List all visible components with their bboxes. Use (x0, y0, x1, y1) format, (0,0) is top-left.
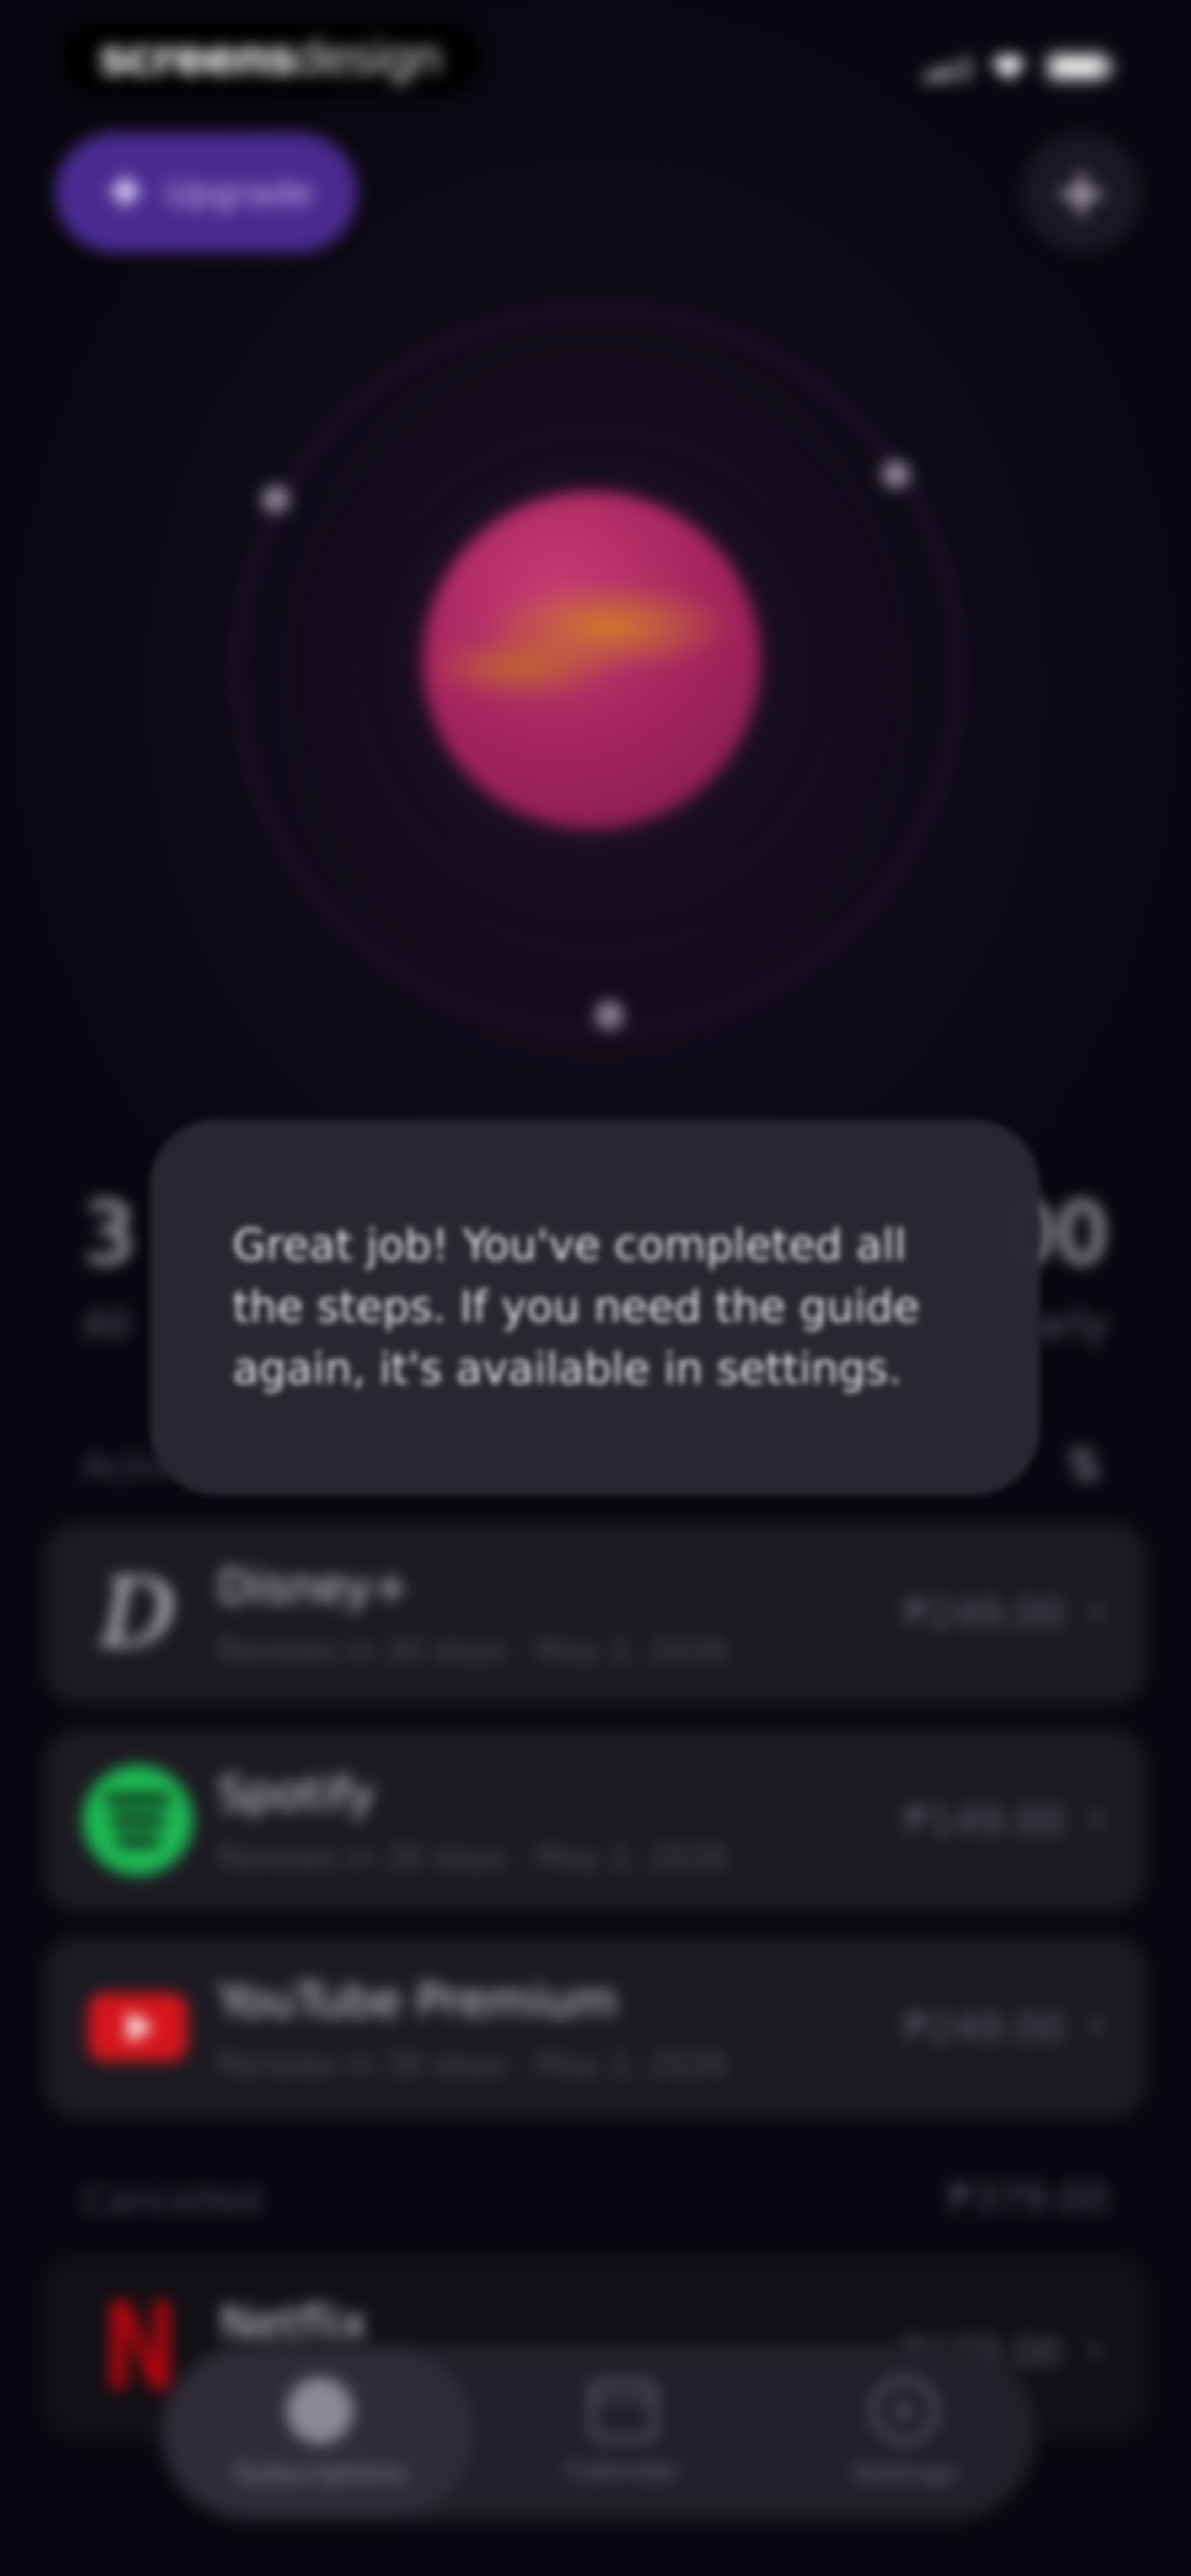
monthly-total-caption: arly (1035, 1302, 1108, 1347)
plus-icon: + (1053, 154, 1109, 231)
status-icons (925, 52, 1113, 81)
subscription-name: Netflix (220, 2297, 367, 2349)
tab-bar: Subscriptions Calendar Settings (160, 2344, 1037, 2521)
subscription-price: ₱249.00 (904, 1591, 1064, 1637)
active-count-caption: All (83, 1302, 131, 1347)
chevron-right-icon: › (1088, 1998, 1106, 2049)
cancelled-section-label: Cancelled (83, 2179, 262, 2221)
active-count: 3 (83, 1186, 136, 1282)
chevron-right-icon: › (1086, 2323, 1103, 2375)
subscription-row-spotify[interactable]: Spotify Renews in 30 days · May 2, 2026 … (44, 1729, 1147, 1911)
battery-icon (1047, 52, 1113, 81)
chevron-right-icon: › (1088, 1584, 1106, 1636)
toast-message: Great job! You've completed all the step… (233, 1221, 920, 1394)
cancelled-total: ₱379.00 (948, 2176, 1108, 2221)
upgrade-label: Upgrade (166, 172, 313, 213)
youtube-logo (83, 1972, 193, 2082)
add-subscription-button[interactable]: + (1021, 132, 1141, 253)
signal-icon (925, 56, 970, 81)
subscription-row-disney[interactable]: D Disney+ Renews in 30 days · May 2, 202… (44, 1522, 1147, 1704)
orbit-dot (262, 485, 289, 513)
subscription-renewal: Renews in 30 days · May 2, 2026 (218, 1840, 728, 1875)
subscription-renewal: Renews in 30 days · May 2, 2026 (218, 1633, 728, 1669)
subscription-name: YouTube Premium (218, 1975, 618, 2027)
tab-label: Subscriptions (234, 2458, 405, 2488)
disney-logo: D (100, 1559, 176, 1668)
brand-part-1: screens (99, 30, 296, 85)
planet (423, 491, 760, 829)
wifi-icon (991, 55, 1026, 80)
subscription-name: Disney+ (218, 1561, 410, 1613)
subscription-price: ₱149.00 (904, 1798, 1064, 1843)
sort-icon[interactable]: ⇅ (1066, 1440, 1103, 1491)
subscription-row-youtube[interactable]: YouTube Premium Renews in 30 days · May … (44, 1936, 1147, 2118)
subscription-price: ₱249.00 (904, 2005, 1064, 2050)
sparkle-icon: ✦ (100, 157, 151, 228)
tab-calendar[interactable]: Calendar (513, 2344, 733, 2521)
tab-label: Settings (852, 2458, 957, 2488)
spotify-logo (83, 1765, 193, 1875)
tab-settings[interactable]: Settings (788, 2344, 1020, 2521)
upgrade-button[interactable]: ✦ Upgrade (55, 132, 357, 253)
guide-complete-toast[interactable]: Great job! You've completed all the step… (150, 1120, 1040, 1495)
app-screen: screens design ✦ Upgrade + 3 00 All arly… (0, 0, 1191, 2576)
subscription-renewal: Renews in 30 days · May 2, 2026 (218, 2046, 728, 2082)
orbit-dot (596, 1001, 623, 1029)
tab-label: Calendar (566, 2455, 680, 2485)
calendar-icon (590, 2380, 656, 2441)
planet-illustration (232, 303, 965, 1037)
tab-subscriptions[interactable]: Subscriptions (165, 2350, 474, 2515)
settings-icon (871, 2377, 937, 2444)
subscription-name: Spotify (218, 1768, 375, 1820)
brand-part-2: design (293, 30, 443, 85)
chevron-right-icon: › (1088, 1791, 1106, 1842)
subscriptions-icon (287, 2377, 353, 2444)
brand-watermark: screens design (61, 22, 480, 94)
orbit-dot (882, 461, 910, 488)
